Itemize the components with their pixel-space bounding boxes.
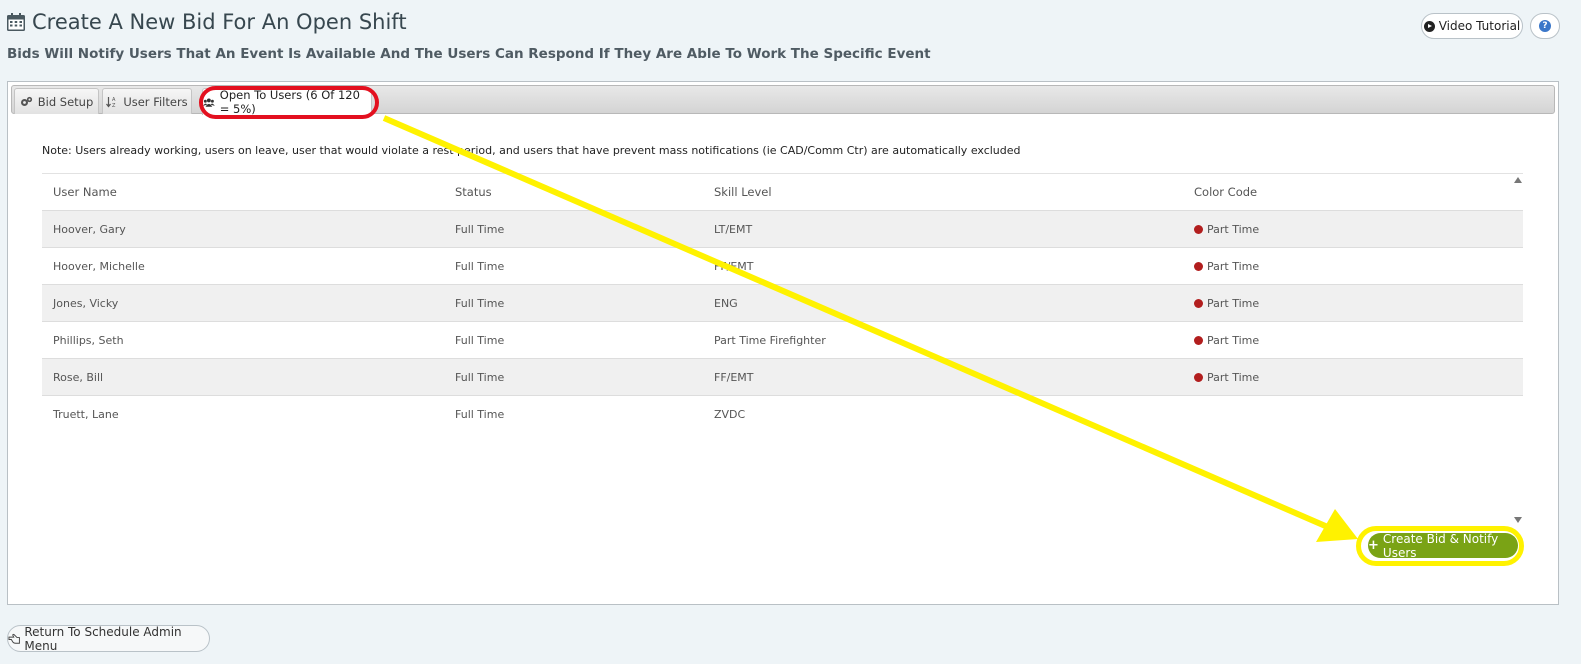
tab-user-filters-label: User Filters	[123, 94, 188, 109]
color-code-cell: Part Time	[1194, 334, 1494, 347]
color-code-label: Part Time	[1207, 333, 1260, 347]
bid-panel: Bid Setup A Z User Filters Open To Users…	[7, 81, 1559, 605]
sort-alpha-icon: A Z	[106, 96, 116, 108]
table-row[interactable]: Jones, Vicky Full Time ENG Part Time	[42, 285, 1523, 322]
col-user-name[interactable]: User Name	[42, 185, 455, 199]
return-schedule-admin-button[interactable]: Return To Schedule Admin Menu	[7, 624, 210, 653]
table-row[interactable]: Rose, Bill Full Time FF/EMT Part Time	[42, 359, 1523, 396]
color-dot-icon	[1194, 372, 1203, 382]
user-name-cell: Rose, Bill	[53, 370, 104, 384]
create-bid-notify-label: Create Bid & Notify Users	[1382, 531, 1499, 560]
status-cell: Full Time	[455, 222, 505, 236]
create-bid-notify-button[interactable]: + Create Bid & Notify Users	[1368, 531, 1518, 560]
hand-point-left-icon	[8, 633, 20, 644]
user-name-cell: Truett, Lane	[53, 407, 119, 421]
svg-text:Z: Z	[112, 103, 116, 108]
skill-cell: FF/EMT	[714, 370, 754, 384]
user-name-cell: Hoover, Gary	[53, 222, 126, 236]
exclusion-note: Note: Users already working, users on le…	[42, 144, 1021, 157]
color-code-cell: Part Time	[1194, 260, 1494, 273]
color-code-label: Part Time	[1207, 296, 1260, 310]
users-icon	[203, 97, 215, 107]
color-dot-icon	[1194, 224, 1203, 234]
status-cell: Full Time	[455, 296, 505, 310]
cogs-icon	[20, 96, 32, 106]
users-table: User Name Status Skill Level Color Code …	[42, 173, 1523, 520]
col-skill-level[interactable]: Skill Level	[714, 185, 1194, 199]
tab-bid-setup[interactable]: Bid Setup	[14, 88, 99, 114]
col-color-code[interactable]: Color Code	[1194, 185, 1494, 199]
tab-user-filters[interactable]: A Z User Filters	[102, 88, 192, 114]
calendar-icon	[7, 13, 25, 31]
table-row[interactable]: Hoover, Michelle Full Time FF/EMT Part T…	[42, 248, 1523, 285]
status-cell: Full Time	[455, 407, 505, 421]
user-name-cell: Phillips, Seth	[53, 333, 124, 347]
color-dot-icon	[1194, 298, 1203, 308]
skill-cell: LT/EMT	[714, 222, 753, 236]
status-cell: Full Time	[455, 333, 505, 347]
skill-cell: Part Time Firefighter	[714, 333, 826, 347]
skill-cell: ZVDC	[714, 407, 746, 421]
help-button[interactable]: ?	[1530, 13, 1560, 39]
status-cell: Full Time	[455, 259, 505, 273]
color-code-label: Part Time	[1207, 370, 1260, 384]
scroll-down-arrow-icon[interactable]	[1514, 517, 1522, 523]
color-code-cell: Part Time	[1194, 371, 1494, 384]
skill-cell: ENG	[714, 296, 738, 310]
plus-icon: +	[1368, 538, 1379, 553]
table-row[interactable]: Hoover, Gary Full Time LT/EMT Part Time	[42, 211, 1523, 248]
color-code-cell: Part Time	[1194, 297, 1494, 310]
user-name-cell: Hoover, Michelle	[53, 259, 145, 273]
color-dot-icon	[1194, 335, 1203, 345]
question-circle-icon: ?	[1539, 20, 1551, 32]
return-label: Return To Schedule Admin Menu	[24, 624, 182, 653]
scroll-up-arrow-icon[interactable]	[1514, 177, 1522, 183]
tab-bid-setup-label: Bid Setup	[37, 94, 94, 109]
skill-cell: FF/EMT	[714, 259, 754, 273]
page-title: Create A New Bid For An Open Shift	[6, 10, 407, 34]
video-tutorial-button[interactable]: Video Tutorial	[1421, 13, 1523, 39]
play-circle-icon	[1423, 20, 1435, 32]
table-row[interactable]: Truett, Lane Full Time ZVDC	[42, 396, 1523, 432]
status-cell: Full Time	[455, 370, 505, 384]
video-tutorial-label: Video Tutorial	[1438, 19, 1521, 33]
page-title-text: Create A New Bid For An Open Shift	[32, 10, 407, 34]
tab-bar: Bid Setup A Z User Filters Open To Users…	[11, 85, 1555, 119]
page-subtitle: Bids Will Notify Users That An Event Is …	[7, 46, 931, 62]
color-code-cell: Part Time	[1194, 223, 1494, 236]
color-dot-icon	[1194, 261, 1203, 271]
color-code-label: Part Time	[1207, 259, 1260, 273]
table-header: User Name Status Skill Level Color Code	[42, 173, 1523, 211]
user-name-cell: Jones, Vicky	[53, 296, 119, 310]
color-code-label: Part Time	[1207, 222, 1260, 236]
col-status[interactable]: Status	[455, 185, 714, 199]
table-row[interactable]: Phillips, Seth Full Time Part Time Firef…	[42, 322, 1523, 359]
tab-open-to-users-label: Open To Users (6 Of 120 = 5%)	[219, 88, 360, 116]
tab-open-to-users[interactable]: Open To Users (6 Of 120 = 5%)	[202, 88, 372, 116]
